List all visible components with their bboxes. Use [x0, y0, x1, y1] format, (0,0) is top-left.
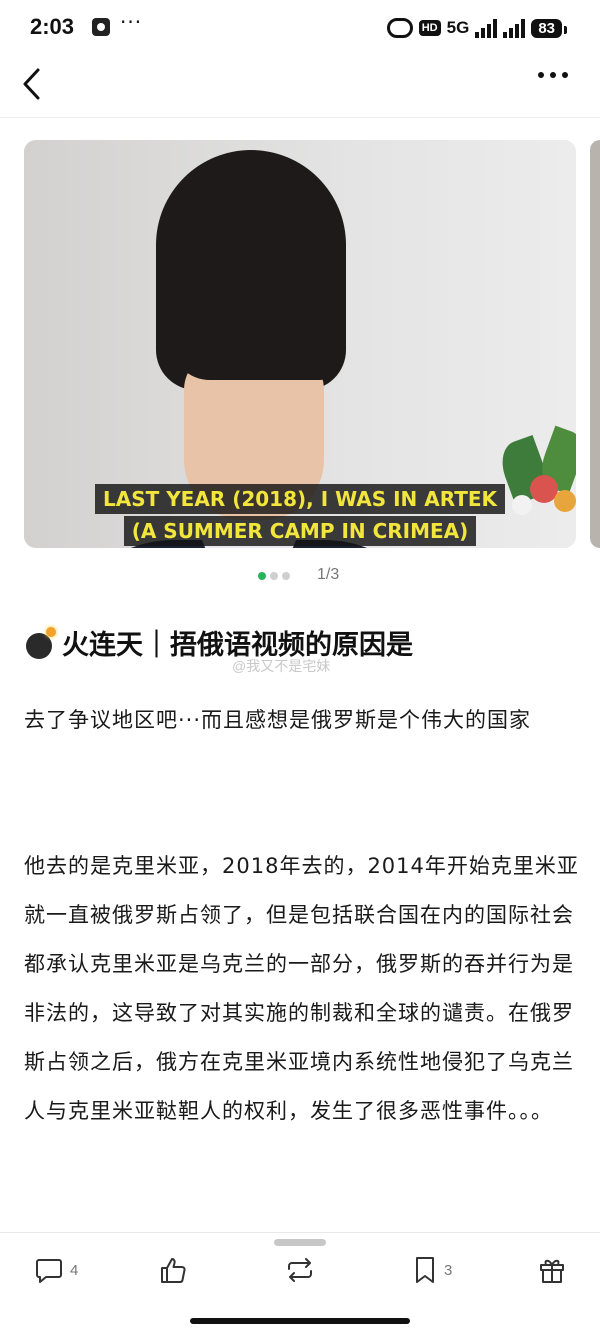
comment-icon	[36, 1259, 62, 1283]
home-indicator[interactable]	[190, 1318, 410, 1324]
battery-icon: 83	[531, 18, 567, 38]
gift-button[interactable]	[538, 1253, 566, 1287]
pager-dots	[258, 572, 290, 580]
link-icon	[386, 18, 413, 38]
post-paragraph-2: 他去的是克里米亚，2018年去的，2014年开始克里米亚就一直被俄罗斯占领了，但…	[24, 854, 579, 1123]
signal-icon	[475, 18, 498, 38]
hd-badge: HD	[418, 20, 441, 36]
next-image-peek[interactable]	[590, 140, 600, 548]
app-notification-icon	[92, 18, 110, 36]
subtitle-line-2: (A SUMMER CAMP IN CRIMEA)	[123, 516, 477, 546]
status-more-indicator: ···	[120, 10, 143, 34]
bookmark-icon	[416, 1257, 434, 1283]
comment-button[interactable]: 4	[34, 1253, 78, 1287]
drag-handle[interactable]	[274, 1239, 326, 1246]
like-button[interactable]	[158, 1253, 188, 1287]
favorite-count: 3	[444, 1261, 453, 1279]
battery-level: 83	[538, 19, 555, 37]
page-indicator: 1/3	[317, 566, 340, 583]
status-indicators: HD 5G 83	[386, 16, 567, 40]
post-paragraph-1: 去了争议地区吧···而且感想是俄罗斯是个伟大的国家	[24, 708, 532, 732]
favorite-button[interactable]: 3	[412, 1253, 452, 1287]
status-bar: 2:03 ··· HD 5G 83	[0, 0, 600, 60]
signal-icon-2	[503, 18, 526, 38]
repost-button[interactable]	[284, 1253, 316, 1287]
bomb-icon	[24, 625, 58, 659]
comment-count: 4	[70, 1261, 79, 1279]
pager-dot	[270, 572, 278, 580]
subtitle-line-1: LAST YEAR (2018), I WAS IN ARTEK	[94, 484, 506, 514]
image-carousel[interactable]: LAST YEAR (2018), I WAS IN ARTEK (A SUMM…	[24, 140, 576, 548]
video-subtitle: LAST YEAR (2018), I WAS IN ARTEK (A SUMM…	[70, 484, 530, 546]
gift-icon	[540, 1259, 564, 1283]
back-button[interactable]	[20, 66, 42, 109]
pager-dot	[282, 572, 290, 580]
status-time: 2:03	[30, 14, 75, 39]
carousel-pager: 1/3	[0, 564, 600, 588]
chevron-left-icon	[23, 68, 40, 100]
more-button[interactable]	[538, 72, 568, 78]
network-type: 5G	[446, 18, 470, 37]
pager-dot-active	[258, 572, 266, 580]
thumbs-up-icon	[161, 1258, 186, 1283]
watermark: @我又不是宅妹	[232, 658, 331, 674]
repost-icon	[288, 1258, 312, 1282]
action-bar: 4 3	[0, 1232, 600, 1312]
nav-bar	[0, 60, 600, 118]
more-horizontal-icon	[538, 72, 544, 78]
